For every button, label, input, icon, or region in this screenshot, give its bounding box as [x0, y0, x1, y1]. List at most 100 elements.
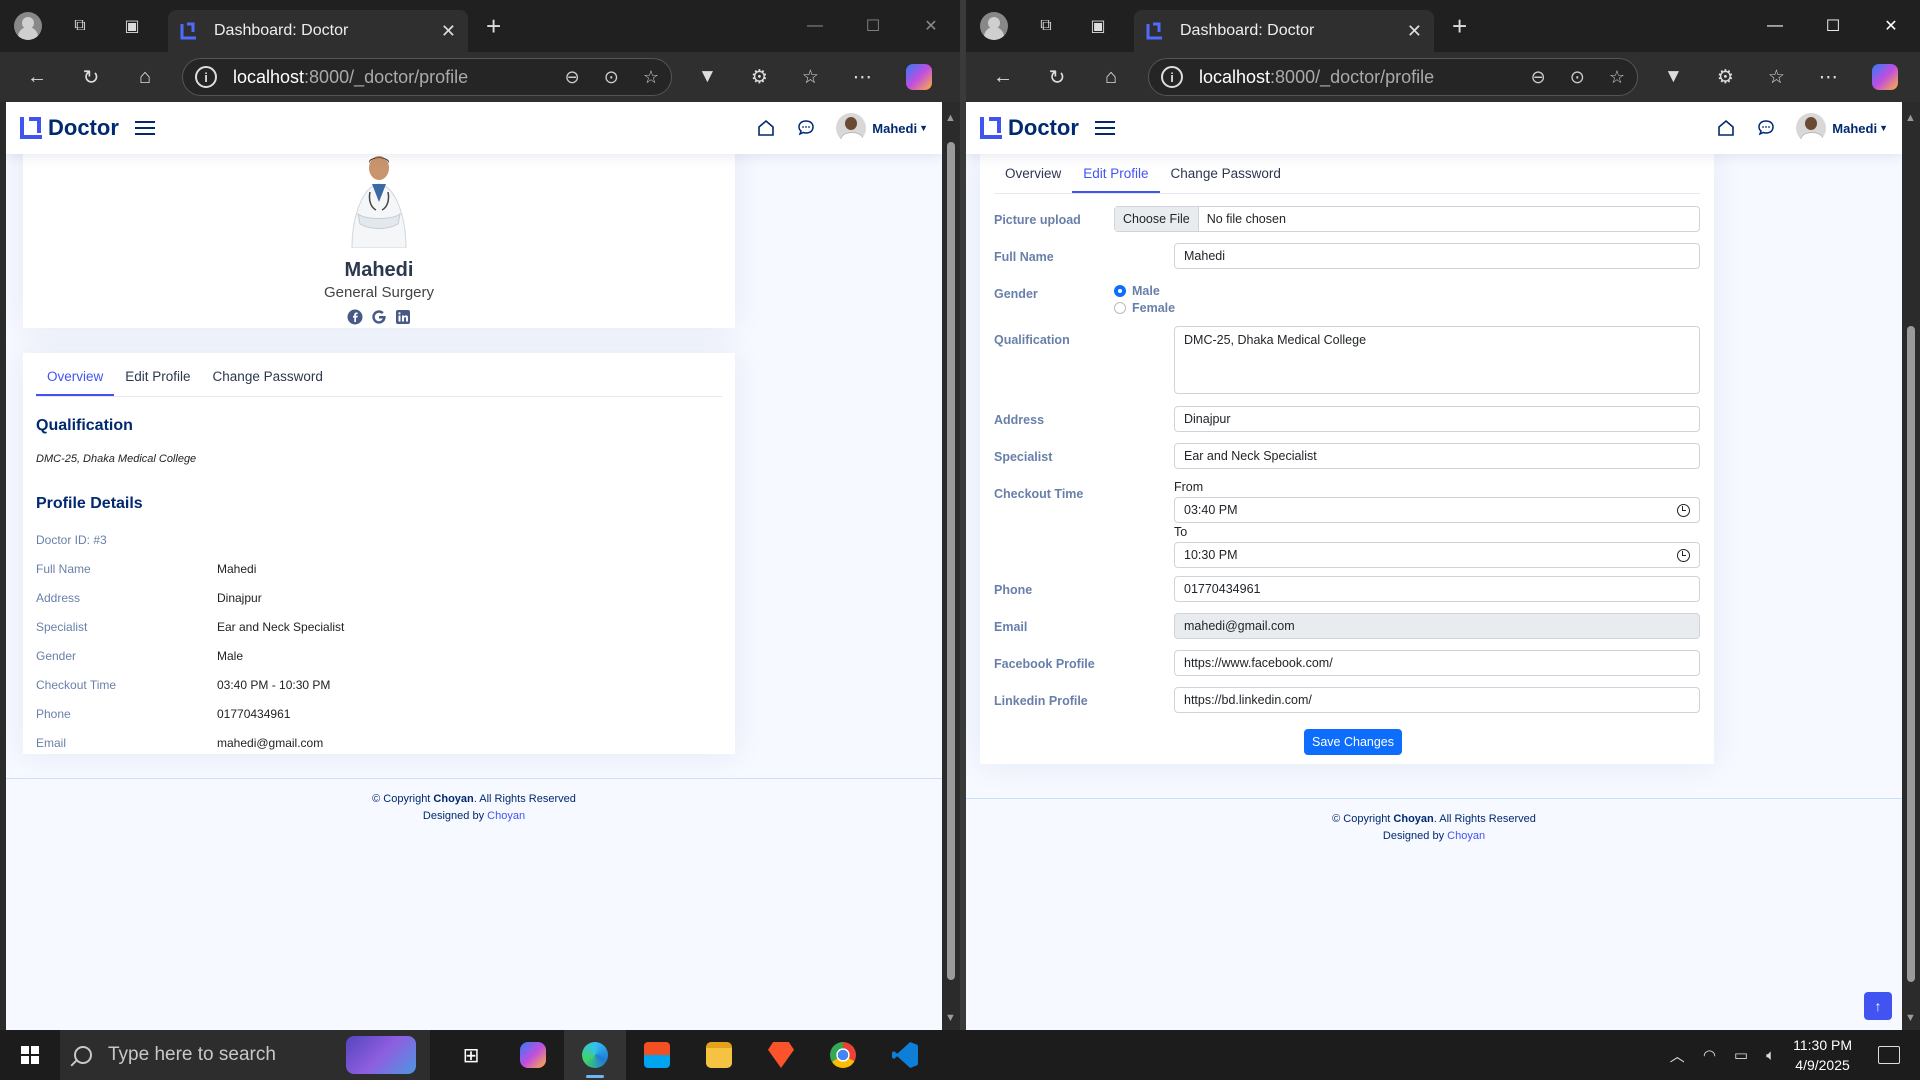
- picture-upload-input[interactable]: Choose File No file chosen: [1114, 206, 1700, 232]
- gender-male-option[interactable]: Male: [1114, 282, 1175, 299]
- address-input[interactable]: Dinajpur: [1174, 406, 1700, 432]
- qualification-textarea[interactable]: DMC-25, Dhaka Medical College: [1174, 326, 1700, 394]
- phone-input[interactable]: 01770434961: [1174, 576, 1700, 602]
- google-icon[interactable]: [371, 309, 387, 325]
- messages-icon[interactable]: [796, 118, 816, 138]
- extension-v-icon[interactable]: ▼: [698, 66, 717, 88]
- task-view-button[interactable]: ⊞: [440, 1030, 502, 1080]
- page-scrollbar[interactable]: ▲ ▼: [1902, 102, 1920, 1030]
- facebook-icon[interactable]: [347, 309, 363, 325]
- specialist-input[interactable]: Ear and Neck Specialist: [1174, 443, 1700, 469]
- favorites-icon[interactable]: ☆: [1768, 66, 1785, 89]
- copilot-app[interactable]: [502, 1030, 564, 1080]
- chevron-down-icon[interactable]: ▼: [919, 123, 928, 133]
- user-name[interactable]: Mahedi: [1832, 121, 1877, 136]
- save-changes-button[interactable]: Save Changes: [1304, 729, 1403, 755]
- radio-unchecked-icon[interactable]: [1114, 301, 1126, 314]
- user-name[interactable]: Mahedi: [872, 121, 917, 136]
- taskbar-clock[interactable]: 11:30 PM 4/9/2025: [1793, 1035, 1852, 1075]
- vscode-app[interactable]: [874, 1030, 936, 1080]
- doctor-logo-icon[interactable]: [980, 117, 1002, 139]
- address-bar[interactable]: i localhost :8000/_doctor/profile ⊖ ⊙ ☆: [1148, 58, 1638, 96]
- scrollbar-thumb[interactable]: [947, 142, 955, 980]
- maximize-button[interactable]: ☐: [1804, 0, 1862, 52]
- tab-edit-profile[interactable]: Edit Profile: [114, 369, 201, 396]
- taskbar-search[interactable]: Type here to search: [60, 1030, 430, 1080]
- site-info-icon[interactable]: i: [195, 66, 217, 88]
- linkedin-icon[interactable]: [395, 309, 411, 325]
- clock-icon[interactable]: [1677, 548, 1690, 562]
- store-app[interactable]: [626, 1030, 688, 1080]
- home-icon[interactable]: ⌂: [1094, 66, 1128, 89]
- back-to-top-button[interactable]: ↑: [1864, 992, 1892, 1020]
- home-nav-icon[interactable]: [1716, 118, 1736, 138]
- favorite-star-icon[interactable]: ☆: [643, 67, 659, 88]
- notifications-icon[interactable]: [1878, 1046, 1900, 1064]
- file-explorer-app[interactable]: [688, 1030, 750, 1080]
- copilot-icon[interactable]: [1871, 64, 1898, 90]
- profile-icon[interactable]: [12, 10, 44, 42]
- page-scrollbar[interactable]: ▲ ▼: [942, 102, 960, 1030]
- brand-title[interactable]: Doctor: [1008, 115, 1079, 141]
- close-tab-icon[interactable]: ✕: [441, 21, 456, 42]
- browser-tab[interactable]: Dashboard: Doctor ✕: [168, 10, 468, 52]
- refresh-icon[interactable]: ↻: [1040, 65, 1074, 90]
- choose-file-button[interactable]: Choose File: [1115, 207, 1199, 231]
- chevron-up-icon[interactable]: ︿: [1670, 1045, 1685, 1066]
- new-tab-button[interactable]: +: [486, 11, 501, 42]
- tab-change-password[interactable]: Change Password: [202, 369, 334, 396]
- menu-toggle-icon[interactable]: [134, 117, 155, 139]
- brave-app[interactable]: [750, 1030, 812, 1080]
- wifi-icon[interactable]: ◠: [1703, 1046, 1716, 1064]
- gender-female-option[interactable]: Female: [1114, 299, 1175, 316]
- battery-icon[interactable]: ▭: [1734, 1046, 1748, 1064]
- zoom-icon[interactable]: ⊖: [1531, 67, 1546, 88]
- extensions-icon[interactable]: ⚙: [751, 66, 768, 89]
- edge-app[interactable]: [564, 1030, 626, 1080]
- full-name-input[interactable]: Mahedi: [1174, 243, 1700, 269]
- close-window-button[interactable]: ✕: [1862, 0, 1920, 52]
- zoom-icon[interactable]: ⊖: [565, 67, 580, 88]
- refresh-icon[interactable]: ↻: [74, 65, 108, 90]
- reader-icon[interactable]: ⊙: [1570, 67, 1585, 88]
- address-bar[interactable]: i localhost :8000/_doctor/profile ⊖ ⊙ ☆: [182, 58, 672, 96]
- tab-overview[interactable]: Overview: [36, 369, 115, 396]
- close-tab-icon[interactable]: ✕: [1407, 21, 1422, 42]
- user-avatar[interactable]: [1796, 113, 1827, 143]
- scrollbar-thumb[interactable]: [1907, 326, 1915, 982]
- favorite-star-icon[interactable]: ☆: [1609, 67, 1625, 88]
- to-time-input[interactable]: 10:30 PM: [1174, 542, 1700, 568]
- messages-icon[interactable]: [1756, 118, 1776, 138]
- tab-actions-icon[interactable]: ▣: [1082, 10, 1114, 42]
- start-button[interactable]: [0, 1030, 60, 1080]
- favorites-icon[interactable]: ☆: [802, 66, 819, 89]
- browser-tab[interactable]: Dashboard: Doctor ✕: [1134, 10, 1434, 52]
- designer-link[interactable]: Choyan: [1447, 830, 1485, 842]
- workspaces-icon[interactable]: ⧉: [1030, 10, 1062, 42]
- more-menu-icon[interactable]: ⋯: [1819, 66, 1838, 89]
- user-avatar[interactable]: [836, 113, 867, 143]
- minimize-button[interactable]: —: [1746, 0, 1804, 52]
- chevron-down-icon[interactable]: ▼: [1879, 123, 1888, 133]
- tab-edit-profile[interactable]: Edit Profile: [1072, 166, 1160, 193]
- maximize-button[interactable]: ☐: [844, 0, 902, 52]
- volume-icon[interactable]: 🔈︎: [1766, 1047, 1775, 1064]
- tab-change-password[interactable]: Change Password: [1160, 166, 1292, 193]
- workspaces-icon[interactable]: ⧉: [64, 10, 96, 42]
- back-icon[interactable]: ←: [986, 66, 1020, 89]
- from-time-input[interactable]: 03:40 PM: [1174, 497, 1700, 523]
- linkedin-input[interactable]: https://bd.linkedin.com/: [1174, 687, 1700, 713]
- scroll-down-icon[interactable]: ▼: [1905, 1012, 1916, 1024]
- home-nav-icon[interactable]: [756, 118, 776, 138]
- back-icon[interactable]: ←: [20, 66, 54, 89]
- radio-checked-icon[interactable]: [1114, 284, 1126, 297]
- new-tab-button[interactable]: +: [1452, 11, 1467, 42]
- brand-title[interactable]: Doctor: [48, 115, 119, 141]
- scroll-down-icon[interactable]: ▼: [945, 1012, 956, 1024]
- reader-icon[interactable]: ⊙: [604, 67, 619, 88]
- clock-icon[interactable]: [1677, 503, 1690, 517]
- more-menu-icon[interactable]: ⋯: [853, 66, 872, 89]
- scroll-up-icon[interactable]: ▲: [945, 112, 956, 124]
- facebook-input[interactable]: https://www.facebook.com/: [1174, 650, 1700, 676]
- copilot-icon[interactable]: [905, 64, 932, 90]
